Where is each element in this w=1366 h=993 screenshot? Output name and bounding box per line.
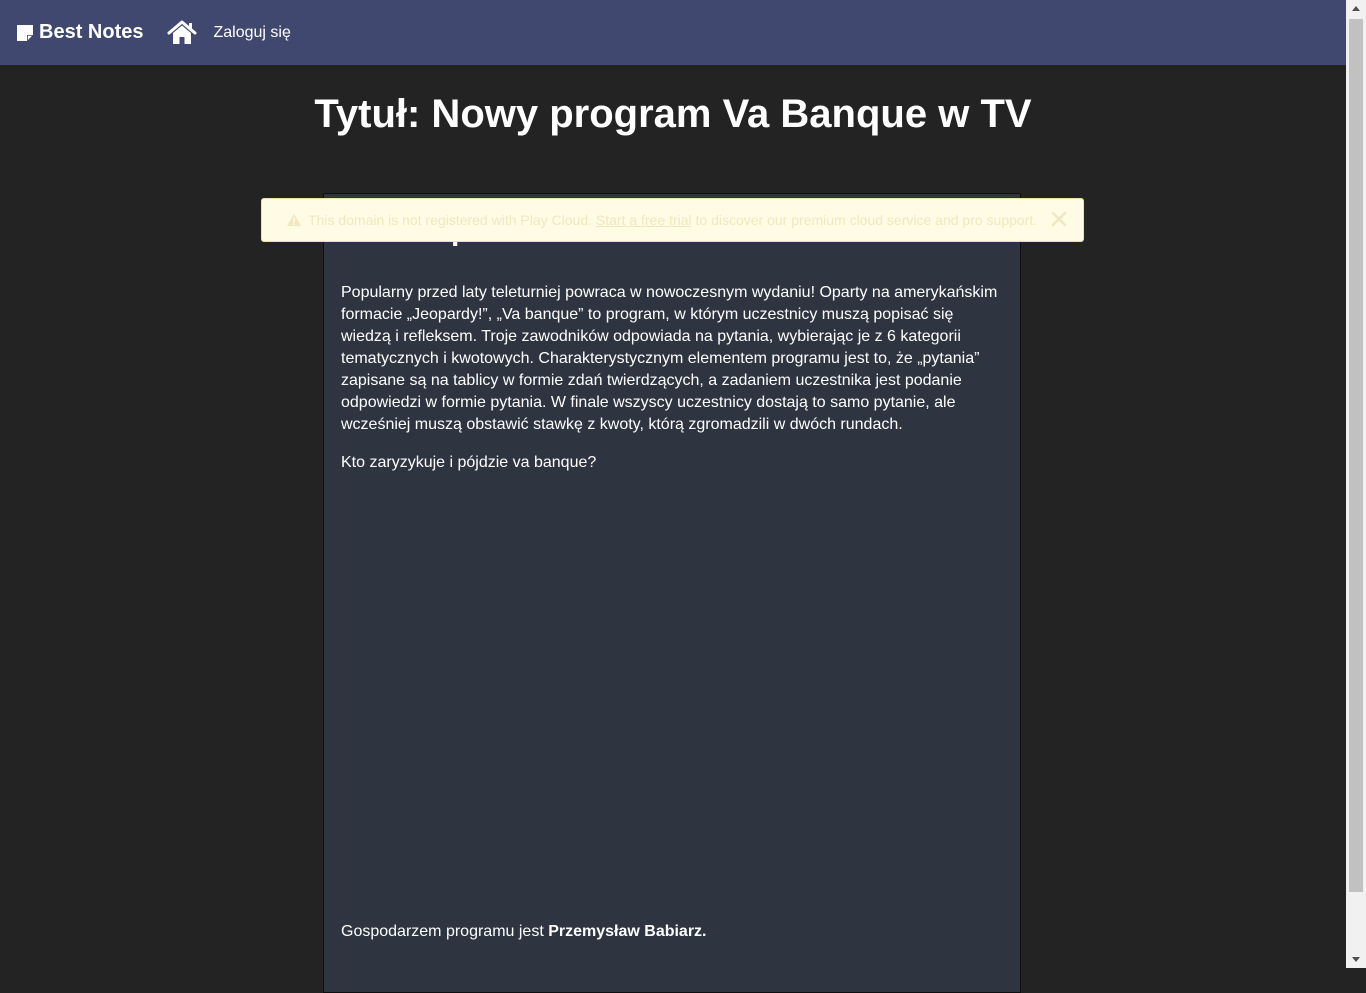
note-card: Va Banque Popularny przed laty teleturni…	[323, 193, 1021, 993]
brand-label: Best Notes	[39, 21, 144, 43]
scroll-down-arrow-icon[interactable]	[1346, 951, 1366, 968]
banner-text-before: This domain is not registered with Play …	[308, 212, 593, 228]
login-link[interactable]: Zaloguj się	[213, 24, 290, 42]
license-warning-banner: This domain is not registered with Play …	[261, 198, 1084, 242]
free-trial-link[interactable]: Start a free trial	[596, 212, 692, 228]
scrollbar-thumb[interactable]	[1349, 19, 1363, 892]
brand-link[interactable]: Best Notes	[16, 21, 143, 44]
note-paragraph-host: Gospodarzem programu jest Przemysław Bab…	[341, 921, 1007, 943]
banner-text-after: to discover our premium cloud service an…	[695, 212, 1038, 228]
warning-icon	[286, 213, 302, 227]
home-icon	[167, 20, 197, 46]
note-icon	[16, 24, 34, 42]
home-button[interactable]	[167, 20, 197, 46]
note-paragraph-question: Kto zaryzykuje i pójdzie va banque?	[341, 454, 597, 471]
vertical-scrollbar[interactable]	[1346, 0, 1366, 968]
note-paragraph-description: Popularny przed laty teleturniej powraca…	[341, 284, 998, 433]
close-icon[interactable]	[1049, 209, 1069, 229]
page-title: Tytuł: Nowy program Va Banque w TV	[314, 92, 1032, 136]
host-prefix: Gospodarzem programu jest	[341, 923, 549, 940]
top-navbar: Best Notes Zaloguj się	[0, 0, 1346, 65]
scroll-up-arrow-icon[interactable]	[1346, 0, 1366, 17]
host-name: Przemysław Babiarz.	[548, 923, 707, 940]
